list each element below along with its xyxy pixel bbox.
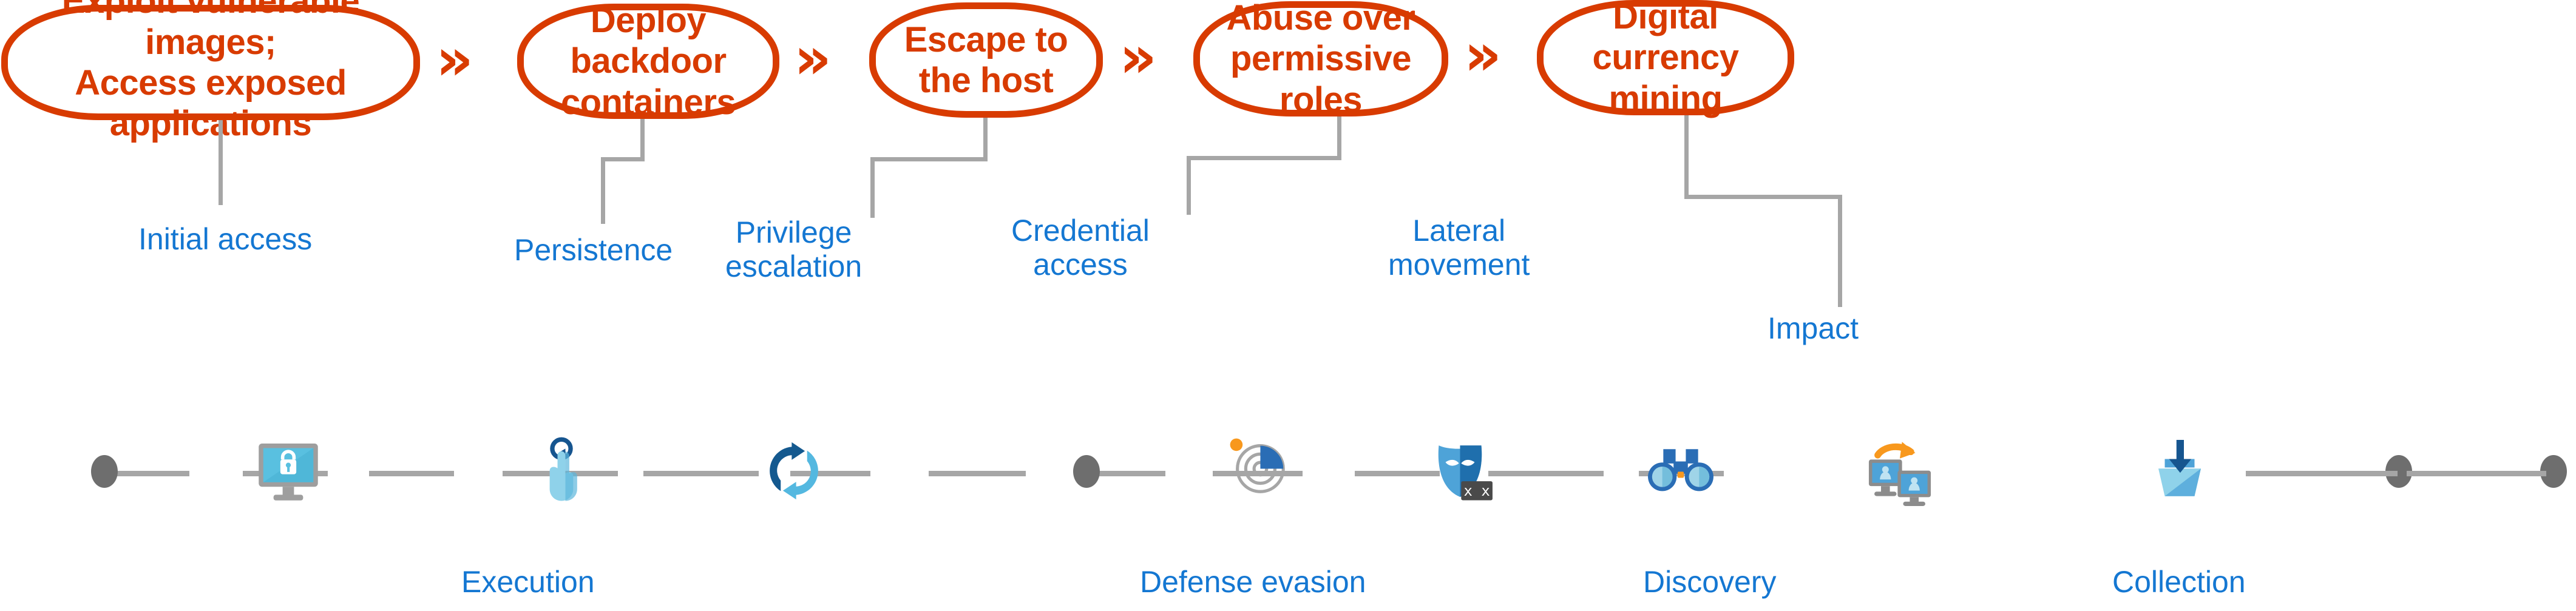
connector-privilege-seg3 [870, 157, 875, 218]
refresh-sync-icon [770, 442, 818, 500]
attack-stage-2-line1: Deploy backdoor [570, 1, 727, 81]
tactic-privilege-line2: escalation [725, 249, 863, 283]
connector-credential-seg1 [1337, 116, 1341, 159]
tactic-label-privilege-escalation: Privilege escalation [725, 215, 862, 283]
timeline-segment-7 [929, 471, 1026, 476]
chevron-arrow-3: » [1119, 23, 1158, 91]
tactic-label-impact: Impact [1768, 311, 1859, 345]
chevron-arrow-2: » [794, 24, 832, 92]
basket-download-icon [2158, 440, 2201, 496]
tactic-lateral-line1: Lateral [1412, 214, 1506, 248]
timeline-segment-5 [643, 471, 759, 476]
tactic-label-execution: Execution [461, 565, 595, 599]
attack-stage-4-line1: Abuse over [1226, 0, 1415, 38]
binoculars-icon [1648, 449, 1713, 491]
two-monitors-arrow-icon [1868, 442, 1931, 506]
tactic-label-collection: Collection [2112, 565, 2246, 599]
svg-text:x x: x x [1463, 482, 1490, 499]
timeline-dot-start [91, 455, 118, 488]
monitor-lock-icon [259, 444, 318, 501]
connector-persistence-seg3 [601, 157, 605, 224]
attack-stage-box-2: Deploy backdoor containers [517, 1, 779, 122]
tactic-label-discovery: Discovery [1643, 565, 1777, 599]
tactic-privilege-line1: Privilege [735, 215, 852, 249]
attack-stage-5-line1: Digital currency [1592, 0, 1739, 78]
timeline-segment-11 [1488, 471, 1604, 476]
connector-impact-seg3 [1838, 195, 1842, 307]
tactic-label-defense-evasion: Defense evasion [1140, 565, 1366, 599]
attack-stage-box-4: Abuse over permissive roles [1193, 0, 1448, 120]
timeline-segment-3 [369, 471, 454, 476]
attack-stage-3-line2: the host [918, 61, 1054, 100]
chevron-arrow-4: » [1464, 21, 1502, 89]
tactic-credential-line2: access [1033, 248, 1128, 282]
attack-stage-4-line2: permissive roles [1230, 39, 1412, 120]
attack-stage-1-line2: Access exposed applications [75, 63, 347, 144]
chevron-arrow-1: » [436, 25, 474, 93]
connector-privilege-seg2 [870, 157, 988, 161]
timeline-segment-13 [2246, 471, 2398, 476]
attack-stage-2-line2: containers [560, 82, 736, 122]
pointing-hand-icon [549, 437, 577, 501]
tactic-label-lateral-movement: Lateral movement [1388, 214, 1530, 282]
attack-stage-box-5: Digital currency mining [1537, 0, 1794, 118]
tactic-label-initial-access: Initial access [138, 222, 313, 256]
timeline-segment-10 [1355, 471, 1440, 476]
mask-xx-icon: x x [1438, 445, 1493, 501]
tactic-label-credential-access: Credential access [1011, 214, 1150, 282]
attack-stage-5-line2: mining [1608, 78, 1723, 118]
radar-pie-icon [1230, 438, 1285, 493]
connector-impact-seg2 [1684, 195, 1842, 199]
timeline-dot-privilege [1073, 455, 1100, 488]
connector-initial-access [219, 120, 223, 205]
attack-stage-3-line1: Escape to [904, 19, 1068, 59]
connector-privilege-seg1 [983, 118, 988, 160]
tactic-label-persistence: Persistence [514, 233, 673, 267]
connector-impact-seg1 [1684, 115, 1689, 197]
attack-stage-box-3: Escape to the host [869, 2, 1103, 118]
attack-stage-1-line1: Exploit vulnerable images; [61, 0, 360, 62]
attack-stage-box-1: Exploit vulnerable images; Access expose… [1, 0, 420, 143]
connector-persistence-seg2 [601, 157, 645, 161]
connector-credential-seg2 [1187, 156, 1341, 160]
connector-persistence-seg1 [640, 119, 645, 161]
connector-credential-seg3 [1187, 156, 1191, 215]
attack-chain-diagram: Exploit vulnerable images; Access expose… [0, 0, 2576, 611]
tactic-lateral-line2: movement [1388, 248, 1530, 282]
tactic-credential-line1: Credential [1011, 214, 1150, 248]
timeline-segment-14 [2407, 471, 2546, 476]
